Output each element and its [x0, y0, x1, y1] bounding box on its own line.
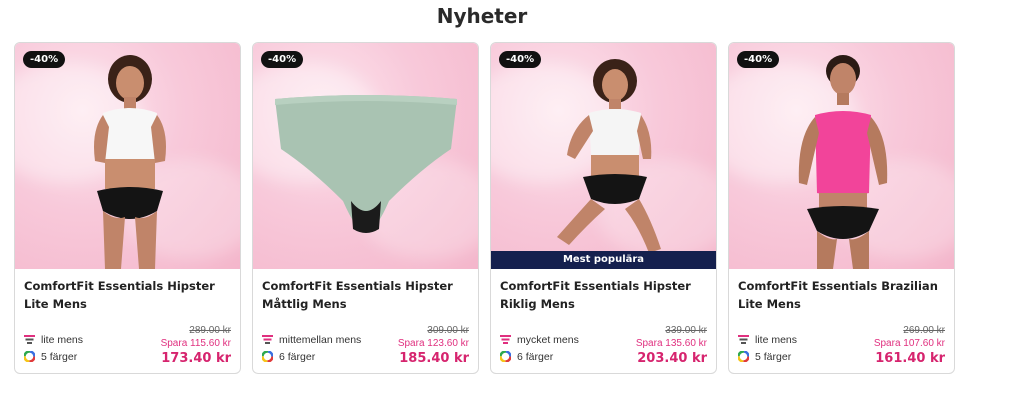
current-price: 161.40 kr	[875, 351, 945, 366]
color-count-label: 5 färger	[755, 350, 792, 363]
droplets-level-icon	[500, 334, 511, 344]
savings-text: Spara 135.60 kr	[635, 338, 707, 349]
old-price: 289.00 kr	[189, 325, 231, 336]
droplets-level-icon	[262, 334, 273, 344]
discount-badge: -40%	[23, 51, 66, 68]
product-image[interactable]: -40% Mest populära	[491, 43, 716, 269]
absorbency-level: lite mens	[738, 331, 797, 348]
most-popular-banner: Mest populära	[491, 251, 716, 269]
color-count-label: 6 färger	[517, 350, 554, 363]
old-price: 309.00 kr	[427, 325, 469, 336]
absorbency-label: mycket mens	[517, 333, 579, 346]
color-count: 5 färger	[738, 348, 797, 365]
color-wheel-icon	[262, 351, 273, 362]
section-title: Nyheter	[436, 4, 528, 28]
savings-text: Spara 107.60 kr	[873, 338, 945, 349]
color-wheel-icon	[500, 351, 511, 362]
product-card[interactable]: -40% ComfortFit Essentials Hipster Lite …	[14, 42, 241, 374]
discount-badge: -40%	[499, 51, 542, 68]
color-count-label: 6 färger	[279, 350, 316, 363]
model-photo	[557, 59, 661, 253]
absorbency-label: lite mens	[755, 333, 798, 346]
droplets-level-icon	[24, 334, 35, 344]
product-name[interactable]: ComfortFit Essentials Hipster Riklig Men…	[500, 277, 707, 317]
current-price: 203.40 kr	[637, 351, 707, 366]
color-wheel-icon	[24, 351, 35, 362]
color-wheel-icon	[738, 351, 749, 362]
discount-badge: -40%	[261, 51, 304, 68]
model-photo	[94, 55, 166, 269]
current-price: 185.40 kr	[399, 351, 469, 366]
product-card[interactable]: -40% Mest populära ComfortFit Essentials…	[490, 42, 717, 374]
old-price: 339.00 kr	[665, 325, 707, 336]
color-count: 5 färger	[24, 348, 83, 365]
savings-text: Spara 115.60 kr	[160, 338, 231, 349]
color-count-label: 5 färger	[41, 350, 78, 363]
model-photo	[798, 55, 888, 269]
color-count: 6 färger	[262, 348, 361, 365]
product-card[interactable]: -40% ComfortFit Essentials Brazilian Lit…	[728, 42, 955, 374]
product-image[interactable]: -40%	[253, 43, 478, 269]
droplets-level-icon	[738, 334, 749, 344]
absorbency-level: mittemellan mens	[262, 331, 361, 348]
current-price: 173.40 kr	[161, 351, 231, 366]
color-count: 6 färger	[500, 348, 579, 365]
product-card[interactable]: -40% ComfortFit Essentials Hipster Måttl…	[252, 42, 479, 374]
product-name[interactable]: ComfortFit Essentials Hipster Måttlig Me…	[262, 277, 469, 317]
product-name[interactable]: ComfortFit Essentials Hipster Lite Mens	[24, 277, 231, 317]
absorbency-label: mittemellan mens	[279, 333, 362, 346]
product-photo	[275, 95, 457, 233]
absorbency-level: mycket mens	[500, 331, 579, 348]
product-image[interactable]: -40%	[729, 43, 954, 269]
savings-text: Spara 123.60 kr	[397, 338, 469, 349]
absorbency-label: lite mens	[41, 333, 84, 346]
product-name[interactable]: ComfortFit Essentials Brazilian Lite Men…	[738, 277, 945, 317]
discount-badge: -40%	[737, 51, 780, 68]
product-image[interactable]: -40%	[15, 43, 240, 269]
absorbency-level: lite mens	[24, 331, 83, 348]
old-price: 269.00 kr	[903, 325, 945, 336]
